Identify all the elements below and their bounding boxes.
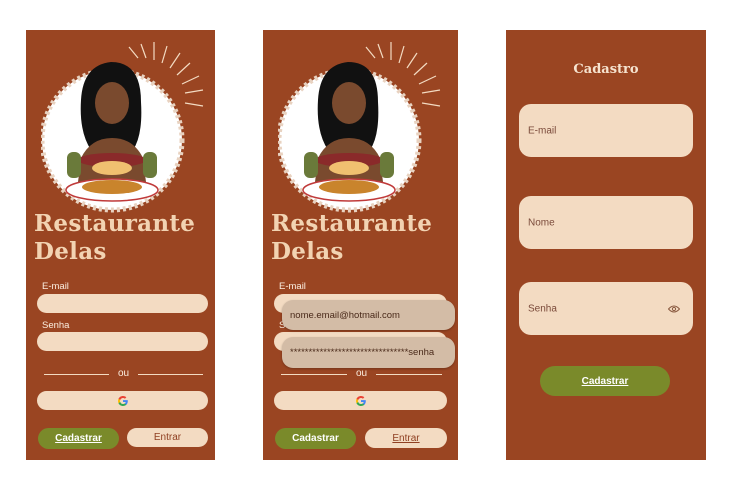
email-autofill-suggestion[interactable]: nome.email@hotmail.com xyxy=(282,300,455,330)
restaurant-logo xyxy=(41,42,204,213)
password-field[interactable]: Senha xyxy=(519,282,693,335)
enter-button[interactable]: Entrar xyxy=(365,428,447,448)
password-autofill-suggestion[interactable]: ********************************senha xyxy=(282,337,455,368)
brand-line-1: Restaurante xyxy=(34,210,196,237)
register-button[interactable]: Cadastrar xyxy=(275,428,356,449)
google-login-button[interactable] xyxy=(274,391,447,410)
page-title: Cadastro xyxy=(573,62,639,77)
email-field[interactable]: E-mail xyxy=(519,104,693,157)
email-label: E-mail xyxy=(279,281,306,292)
google-icon xyxy=(355,395,366,406)
brand-line-2: Delas xyxy=(34,238,107,265)
divider-right xyxy=(138,374,203,375)
restaurant-logo xyxy=(278,42,441,213)
register-screen: Cadastro E-mail Nome Senha Cadastrar xyxy=(506,30,706,460)
login-screen: Restaurante Delas E-mail Senha ou Cadast… xyxy=(26,30,215,460)
email-label: E-mail xyxy=(42,281,69,292)
google-login-button[interactable] xyxy=(37,391,208,410)
divider-left xyxy=(281,374,347,375)
register-button[interactable]: Cadastrar xyxy=(38,428,119,449)
eye-icon[interactable] xyxy=(668,304,680,313)
email-placeholder: E-mail xyxy=(528,125,557,136)
brand-title: Restaurante Delas xyxy=(271,210,432,266)
password-placeholder: Senha xyxy=(528,303,557,314)
or-text: ou xyxy=(356,368,368,379)
login-autofill-screen: Restaurante Delas E-mail Senha ou Cadast… xyxy=(263,30,458,460)
divider-right xyxy=(376,374,442,375)
password-input[interactable] xyxy=(37,332,208,351)
divider-left xyxy=(44,374,109,375)
brand-line-1: Restaurante xyxy=(271,210,433,237)
name-placeholder: Nome xyxy=(528,217,555,228)
email-input[interactable] xyxy=(37,294,208,313)
submit-register-button[interactable]: Cadastrar xyxy=(540,366,670,396)
or-text: ou xyxy=(118,368,130,379)
password-label: Senha xyxy=(42,320,70,331)
brand-line-2: Delas xyxy=(271,238,344,265)
enter-button[interactable]: Entrar xyxy=(127,428,208,447)
google-icon xyxy=(117,395,128,406)
brand-title: Restaurante Delas xyxy=(34,210,195,266)
name-field[interactable]: Nome xyxy=(519,196,693,249)
